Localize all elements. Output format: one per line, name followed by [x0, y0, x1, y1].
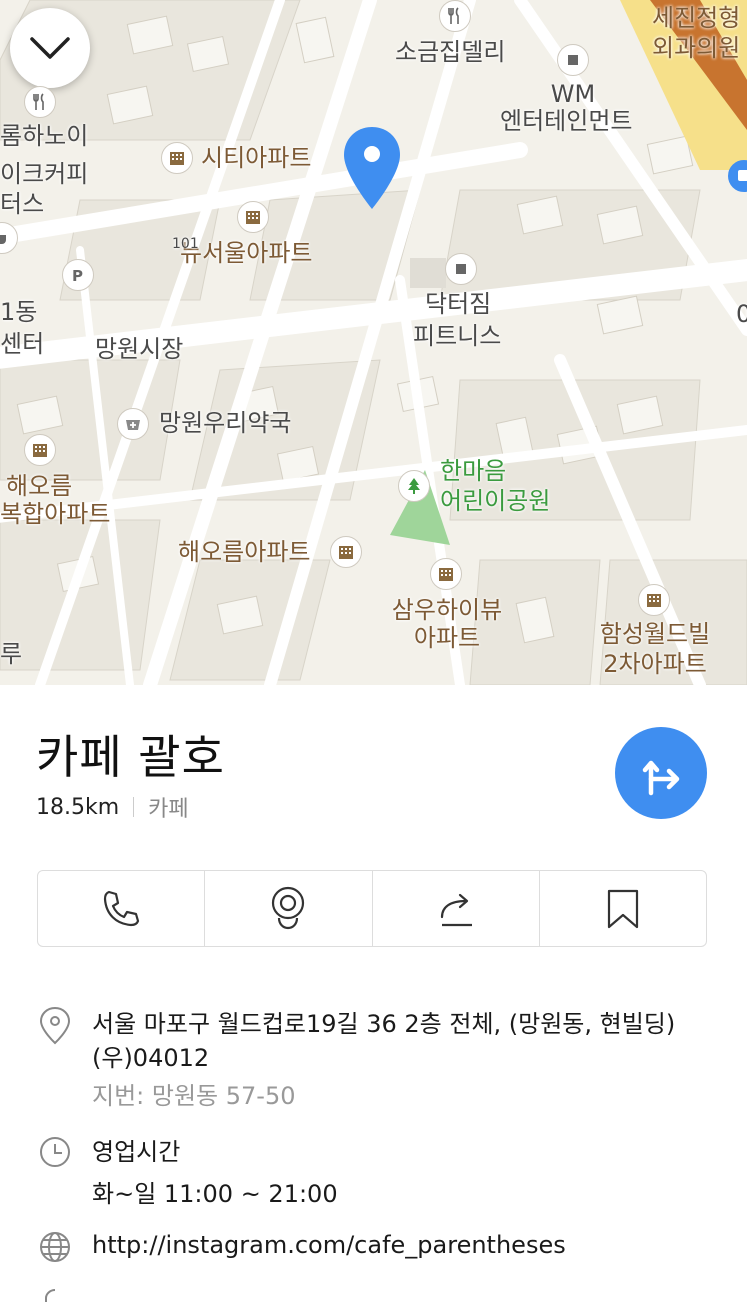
map-label-wm-2: 엔터테인먼트 — [500, 107, 633, 135]
bookmark-icon — [607, 889, 638, 928]
entertainment-icon[interactable] — [557, 44, 589, 76]
map-label-hanoi: 롬하노이 — [0, 122, 89, 150]
apartment-icon[interactable] — [638, 584, 670, 616]
phone-icon — [104, 890, 140, 926]
map-label-sejin: 세진정형 — [652, 4, 741, 32]
directions-button[interactable] — [615, 727, 707, 819]
map-label-dong: 1동 — [0, 298, 38, 326]
parking-icon[interactable]: P — [62, 259, 94, 291]
map-label-pharmacy: 망원우리약국 — [159, 409, 292, 437]
map-label-haeoreum-left: 해오름 — [6, 472, 73, 500]
park-icon[interactable] — [398, 470, 430, 502]
map-label-market: 망원시장 — [95, 335, 184, 363]
call-button[interactable] — [38, 871, 206, 946]
map-label-newseoul: 뉴서울아파트 — [180, 239, 313, 267]
map-label-right-edge: 0 — [736, 300, 747, 328]
share-icon — [440, 893, 472, 926]
restaurant-icon[interactable] — [439, 0, 471, 32]
globe-icon — [40, 1232, 70, 1262]
apartment-icon[interactable] — [161, 142, 193, 174]
map-label-hamsung: 함성월드빌 — [599, 620, 711, 648]
apartment-icon[interactable] — [330, 536, 362, 568]
directions-icon — [642, 760, 680, 796]
map-label-samwoo-2: 아파트 — [413, 624, 481, 652]
pharmacy-icon[interactable] — [117, 408, 149, 440]
map-view[interactable]: P 소금집델리 세진정형 외과의원 WM 엔터테인먼트 롬하노이 이크커피 터스… — [0, 0, 747, 685]
place-meta: 18.5km 카페 — [36, 791, 189, 823]
action-bar — [37, 870, 707, 947]
map-label-center: 센터 — [0, 330, 45, 358]
location-icon — [39, 1006, 71, 1045]
apartment-icon[interactable] — [237, 201, 269, 233]
map-label-sejin-2: 외과의원 — [652, 34, 741, 62]
fitness-icon[interactable] — [445, 253, 477, 285]
map-label-wm: WM — [550, 80, 596, 108]
place-distance: 18.5km — [36, 794, 120, 820]
map-label-samwoo: 삼우하이뷰 — [391, 596, 503, 624]
map-label-doctor-gym: 닥터짐 — [425, 290, 492, 318]
map-label-101: 101 — [172, 236, 199, 252]
hours-label: 영업시간 — [92, 1138, 181, 1166]
map-label-haeoreum-apt: 해오름아파트 — [178, 538, 311, 566]
hours-value: 화~일 11:00 ~ 21:00 — [92, 1180, 338, 1208]
map-label-park-2: 어린이공원 — [440, 487, 551, 515]
bookmark-button[interactable] — [540, 871, 706, 946]
clock-icon — [40, 1137, 70, 1167]
map-label-coffee-2: 터스 — [0, 190, 45, 218]
restaurant-icon[interactable] — [24, 86, 56, 118]
apartment-icon[interactable] — [430, 558, 462, 590]
meta-divider — [133, 797, 135, 817]
map-label-haeoreum-left-2: 복합아파트 — [0, 500, 111, 528]
place-name: 카페 괄호 — [36, 730, 225, 784]
share-button[interactable] — [373, 871, 540, 946]
location-pin-icon[interactable] — [342, 125, 402, 215]
website-link[interactable]: http://instagram.com/cafe_parentheses — [92, 1228, 702, 1262]
svg-text:P: P — [72, 267, 83, 285]
place-category: 카페 — [148, 797, 189, 822]
map-label-hamsung-2: 2차아파트 — [603, 650, 707, 678]
street-view-icon — [272, 886, 305, 929]
chevron-down-icon — [30, 37, 70, 59]
street-view-button[interactable] — [205, 871, 373, 946]
collapse-map-button[interactable] — [10, 8, 90, 88]
map-label-doctor-gym-2: 피트니스 — [413, 322, 502, 350]
map-label-park: 한마음 — [440, 457, 507, 485]
address-text[interactable]: 서울 마포구 월드컵로19길 36 2층 전체, (망원동, 현빌딩) (우)0… — [92, 1007, 702, 1075]
map-label-sogeumjip: 소금집델리 — [395, 38, 506, 66]
map-label-ru: 루 — [0, 640, 23, 668]
place-detail-sheet: 카페 괄호 18.5km 카페 서울 마포구 월드컵로19길 36 2층 전체,… — [0, 685, 747, 1302]
more-info-icon — [45, 1289, 56, 1302]
map-label-coffee: 이크커피 — [0, 160, 89, 188]
apartment-icon[interactable] — [24, 434, 56, 466]
jibun-text: 지번: 망원동 57-50 — [92, 1082, 296, 1110]
map-label-city-apt: 시티아파트 — [201, 144, 312, 172]
